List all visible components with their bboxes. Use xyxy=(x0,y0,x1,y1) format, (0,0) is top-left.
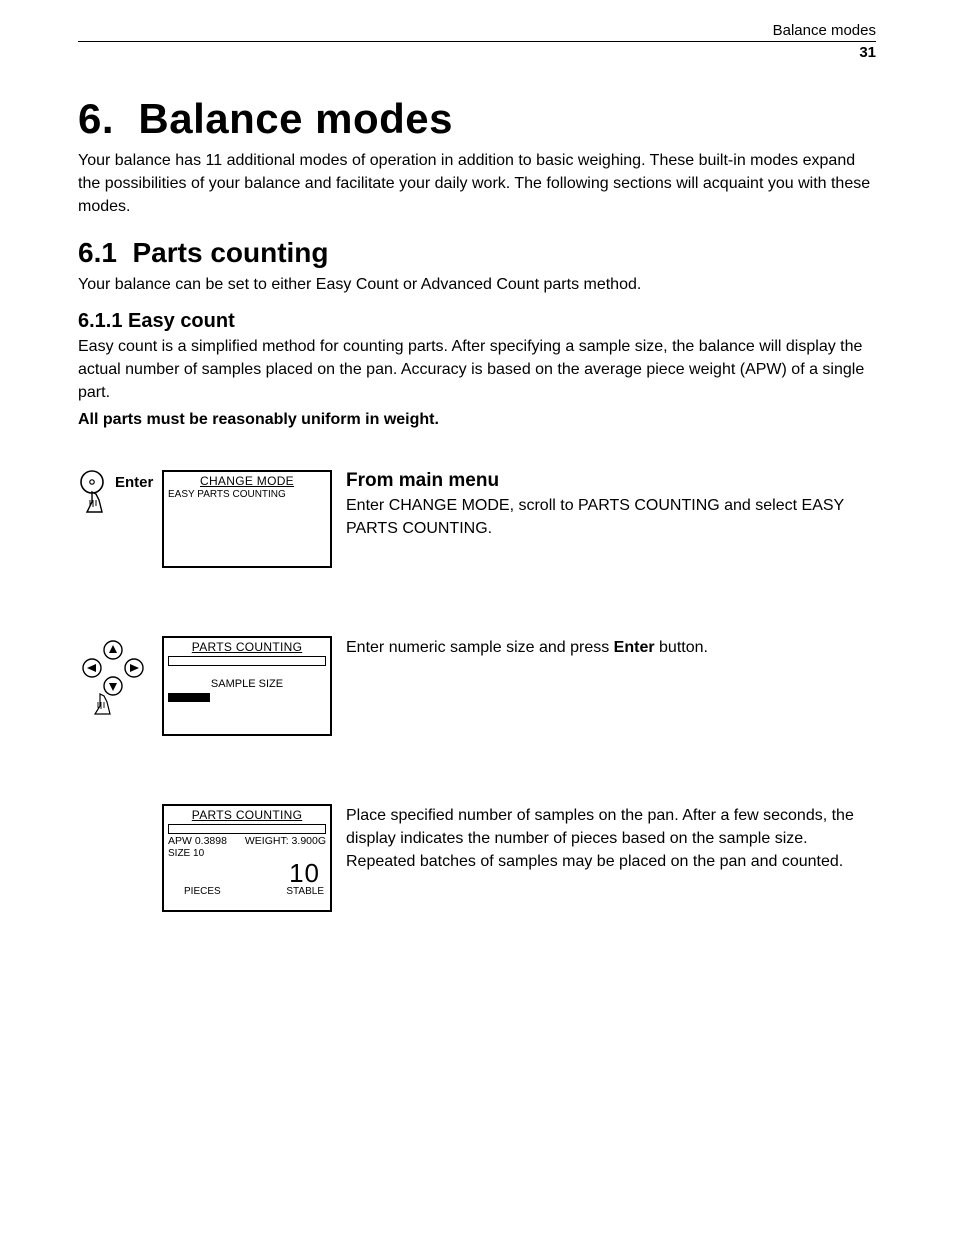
step-icon-col: Enter xyxy=(78,470,148,518)
section-title: Parts counting xyxy=(133,237,329,268)
lcd-center-label: SAMPLE SIZE xyxy=(164,678,330,691)
lcd-frame: PARTS COUNTING APW 0.3898 WEIGHT: 3.900G… xyxy=(162,804,332,912)
lcd-title: CHANGE MODE xyxy=(164,472,330,489)
chapter-title: Balance modes xyxy=(138,95,453,142)
step-text: Enter numeric sample size and press Ente… xyxy=(346,636,876,659)
lcd-status: STABLE xyxy=(286,886,324,898)
lcd-display: PARTS COUNTING SAMPLE SIZE xyxy=(162,636,332,736)
lcd-info-row: APW 0.3898 WEIGHT: 3.900G xyxy=(164,834,330,849)
lcd-unit: PIECES xyxy=(184,886,221,898)
lcd-frame: PARTS COUNTING SAMPLE SIZE xyxy=(162,636,332,736)
lcd-title: PARTS COUNTING xyxy=(164,638,330,655)
step-row: Enter CHANGE MODE EASY PARTS COUNTING Fr… xyxy=(78,470,876,568)
lcd-apw: APW 0.3898 xyxy=(168,835,227,848)
section-number: 6.1 xyxy=(78,237,117,268)
lcd-title: PARTS COUNTING xyxy=(164,806,330,823)
step-row: PARTS COUNTING SAMPLE SIZE Enter numeric… xyxy=(78,636,876,736)
lcd-bottom-row: PIECES STABLE xyxy=(164,886,330,900)
step-heading: From main menu xyxy=(346,470,876,492)
step-body: Enter CHANGE MODE, scroll to PARTS COUNT… xyxy=(346,494,876,540)
subsection-title: Easy count xyxy=(128,310,235,332)
chapter-intro: Your balance has 11 additional modes of … xyxy=(78,149,876,219)
running-head: Balance modes xyxy=(78,22,876,41)
lcd-line1: EASY PARTS COUNTING xyxy=(164,489,330,501)
subsection-body: Easy count is a simplified method for co… xyxy=(78,335,876,405)
page-number: 31 xyxy=(78,44,876,61)
chapter-heading: 6. Balance modes xyxy=(78,95,876,143)
section-intro: Your balance can be set to either Easy C… xyxy=(78,273,876,296)
dpad-icon xyxy=(78,636,148,716)
step-body: Place specified number of samples on the… xyxy=(346,804,876,874)
step-icon-col xyxy=(78,636,148,719)
lcd-progress-bar xyxy=(168,824,326,834)
document-page: Balance modes 31 6. Balance modes Your b… xyxy=(0,0,954,1235)
icon-label: Enter xyxy=(115,474,153,491)
header-rule xyxy=(78,41,876,42)
subsection-number: 6.1.1 xyxy=(78,310,122,332)
subsection-note: All parts must be reasonably uniform in … xyxy=(78,408,876,431)
chapter-number: 6. xyxy=(78,95,114,142)
enter-button-icon: Enter xyxy=(78,470,148,518)
lcd-display: PARTS COUNTING APW 0.3898 WEIGHT: 3.900G… xyxy=(162,804,332,912)
lcd-progress-bar xyxy=(168,656,326,666)
lcd-count: 10 xyxy=(164,860,330,886)
subsection-heading: 6.1.1 Easy count xyxy=(78,310,876,333)
step-row: PARTS COUNTING APW 0.3898 WEIGHT: 3.900G… xyxy=(78,804,876,912)
step-text: Place specified number of samples on the… xyxy=(346,804,876,874)
step-text: From main menu Enter CHANGE MODE, scroll… xyxy=(346,470,876,540)
lcd-weight: WEIGHT: 3.900G xyxy=(245,835,326,848)
step-body: Enter numeric sample size and press Ente… xyxy=(346,636,876,659)
press-button-icon xyxy=(78,470,112,518)
lcd-display: CHANGE MODE EASY PARTS COUNTING xyxy=(162,470,332,568)
lcd-frame: CHANGE MODE EASY PARTS COUNTING xyxy=(162,470,332,568)
running-head-text: Balance modes xyxy=(773,22,876,39)
lcd-input-cursor xyxy=(168,693,210,702)
section-heading: 6.1 Parts counting xyxy=(78,237,876,269)
